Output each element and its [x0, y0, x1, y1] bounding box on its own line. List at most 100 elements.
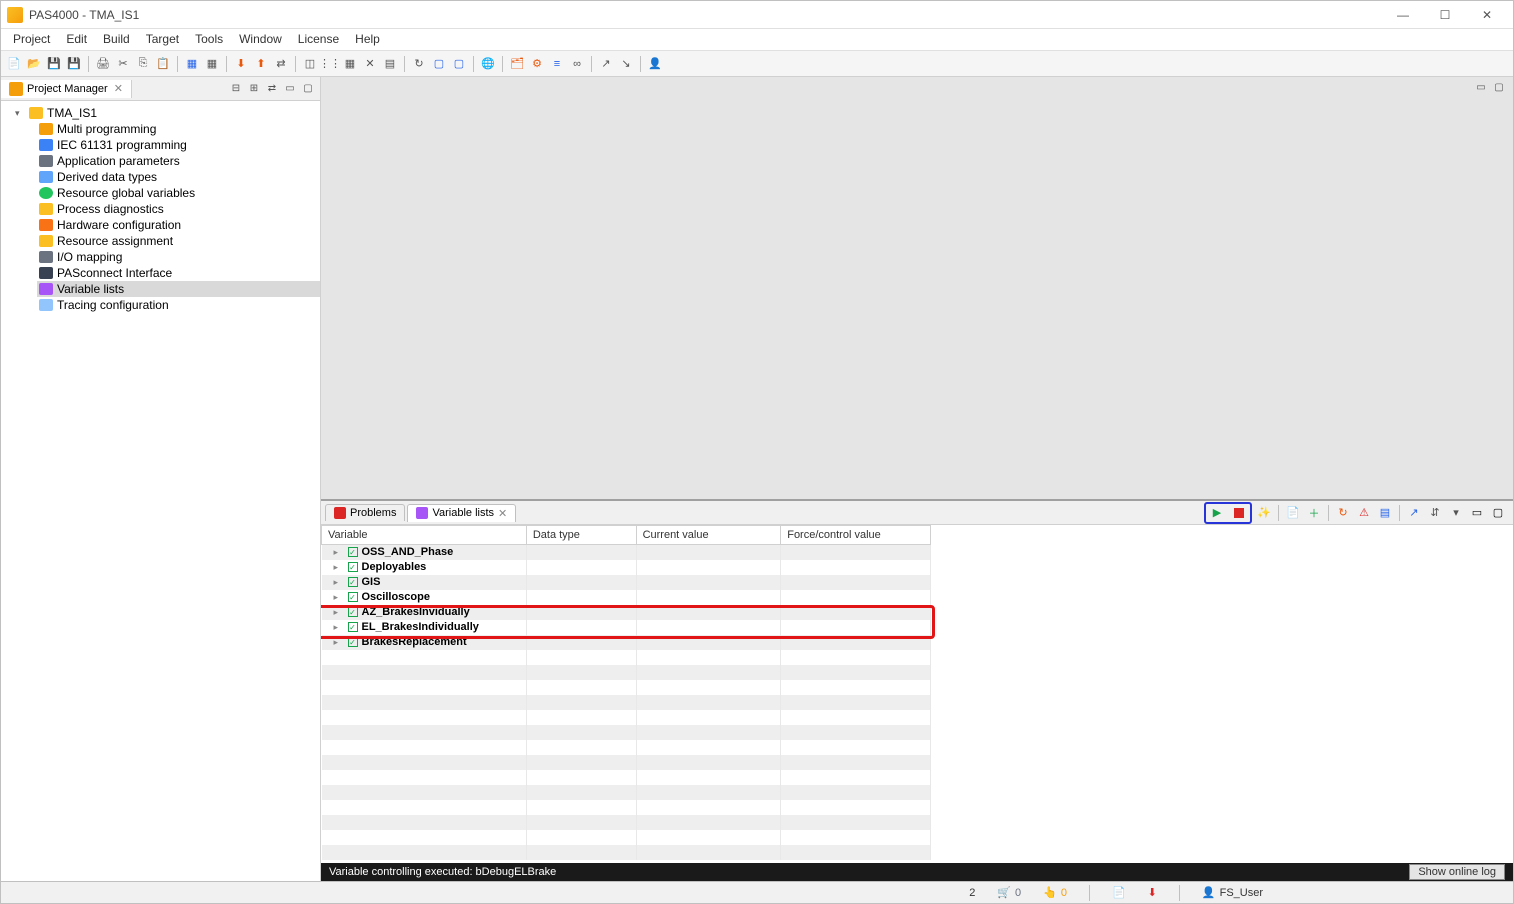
refresh-icon[interactable]: ↻ [410, 55, 428, 73]
run-button[interactable]: ▶ [1208, 504, 1226, 522]
tool-refresh-icon[interactable]: ↻ [1334, 504, 1352, 522]
chevron-right-icon[interactable]: ▸ [334, 622, 344, 633]
tree-item-process-diagnostics[interactable]: Process diagnostics [37, 201, 320, 217]
link-icon[interactable]: ∞ [568, 55, 586, 73]
tool-filter-icon[interactable]: ⇵ [1426, 504, 1444, 522]
tree-item-application-parameters[interactable]: Application parameters [37, 153, 320, 169]
menu-license[interactable]: License [290, 29, 347, 50]
download-icon[interactable]: ⬇ [232, 55, 250, 73]
tree-item-variable-lists[interactable]: Variable lists [37, 281, 320, 297]
tree-item-pasconnect-interface[interactable]: PASconnect Interface [37, 265, 320, 281]
tool-add-icon[interactable]: ＋ [1305, 504, 1323, 522]
link-editor-icon[interactable]: ⇄ [264, 81, 280, 97]
tool-dropdown-icon[interactable]: ▾ [1447, 504, 1465, 522]
table-row[interactable]: ▸✓BrakesReplacement [322, 635, 931, 650]
tree-item-iec-61131-programming[interactable]: IEC 61131 programming [37, 137, 320, 153]
tree-item-tracing-configuration[interactable]: Tracing configuration [37, 297, 320, 313]
tree-item-hardware-configuration[interactable]: Hardware configuration [37, 217, 320, 233]
chevron-right-icon[interactable]: ▸ [334, 562, 344, 573]
chevron-right-icon[interactable]: ▸ [334, 547, 344, 558]
rebuild-icon[interactable]: ▦ [203, 55, 221, 73]
table2-icon[interactable]: ▢ [450, 55, 468, 73]
tree-item-i-o-mapping[interactable]: I/O mapping [37, 249, 320, 265]
col-current[interactable]: Current value [636, 526, 781, 545]
connect-icon[interactable]: ✕ [361, 55, 379, 73]
new-icon[interactable]: 📄 [5, 55, 23, 73]
tab-variable-lists[interactable]: Variable lists ✕ [407, 504, 516, 522]
check-icon[interactable]: ✓ [348, 547, 358, 557]
tree-item-resource-global-variables[interactable]: Resource global variables [37, 185, 320, 201]
module-icon[interactable]: ▤ [381, 55, 399, 73]
collapse-all-icon[interactable]: ⊟ [228, 81, 244, 97]
tab-close-icon[interactable]: ✕ [498, 507, 507, 520]
chevron-right-icon[interactable]: ▸ [334, 577, 344, 588]
table-row[interactable]: ▸✓Deployables [322, 560, 931, 575]
tree-root[interactable]: ▾ TMA_IS1 [13, 105, 320, 121]
network-icon[interactable]: ◫ [301, 55, 319, 73]
minimize-button[interactable]: — [1383, 3, 1423, 27]
tree-item-derived-data-types[interactable]: Derived data types [37, 169, 320, 185]
table-row[interactable]: ▸✓GIS [322, 575, 931, 590]
paste-icon[interactable]: 📋 [154, 55, 172, 73]
folders-icon[interactable]: 🗂 [508, 55, 526, 73]
table-row[interactable]: ▸✓Oscilloscope [322, 590, 931, 605]
table-row[interactable]: ▸✓EL_BrakesIndividually [322, 620, 931, 635]
close-button[interactable]: ✕ [1467, 3, 1507, 27]
maximize-panel-icon[interactable]: ▢ [300, 81, 316, 97]
menu-build[interactable]: Build [95, 29, 138, 50]
tool-new-icon[interactable]: 📄 [1284, 504, 1302, 522]
arrow2-icon[interactable]: ↘ [617, 55, 635, 73]
editor-min-icon[interactable]: ▭ [1473, 79, 1489, 95]
tool-table-icon[interactable]: ▤ [1376, 504, 1394, 522]
check-icon[interactable]: ✓ [348, 592, 358, 602]
compare-icon[interactable]: ⇄ [272, 55, 290, 73]
col-variable[interactable]: Variable [322, 526, 527, 545]
menu-tools[interactable]: Tools [187, 29, 231, 50]
chevron-right-icon[interactable]: ▸ [334, 607, 344, 618]
menu-target[interactable]: Target [138, 29, 187, 50]
chevron-right-icon[interactable]: ▸ [334, 592, 344, 603]
twist-icon[interactable]: ▾ [15, 108, 25, 119]
cut-icon[interactable]: ✂ [114, 55, 132, 73]
line-icon[interactable]: ≡ [548, 55, 566, 73]
table-row[interactable]: ▸✓OSS_AND_Phase [322, 545, 931, 560]
menu-window[interactable]: Window [231, 29, 290, 50]
check-icon[interactable]: ✓ [348, 562, 358, 572]
check-icon[interactable]: ✓ [348, 577, 358, 587]
open-icon[interactable]: 📂 [25, 55, 43, 73]
col-datatype[interactable]: Data type [526, 526, 636, 545]
scan-icon[interactable]: ⋮⋮ [321, 55, 339, 73]
menu-edit[interactable]: Edit [58, 29, 95, 50]
grid-icon[interactable]: ▦ [341, 55, 359, 73]
minimize-panel-icon[interactable]: ▭ [282, 81, 298, 97]
editor-max-icon[interactable]: ▢ [1491, 79, 1507, 95]
print-icon[interactable]: 🖨 [94, 55, 112, 73]
project-manager-tab[interactable]: Project Manager ✕ [1, 80, 132, 98]
col-force[interactable]: Force/control value [781, 526, 931, 545]
build-icon[interactable]: ▦ [183, 55, 201, 73]
menu-project[interactable]: Project [5, 29, 58, 50]
table1-icon[interactable]: ▢ [430, 55, 448, 73]
stop-button[interactable] [1230, 504, 1248, 522]
panel-max-icon[interactable]: ▢ [1489, 504, 1507, 522]
save-all-icon[interactable]: 💾 [65, 55, 83, 73]
check-icon[interactable]: ✓ [348, 622, 358, 632]
show-online-log-button[interactable]: Show online log [1409, 864, 1505, 880]
check-icon[interactable]: ✓ [348, 637, 358, 647]
panel-min-icon[interactable]: ▭ [1468, 504, 1486, 522]
tab-problems[interactable]: Problems [325, 504, 405, 521]
globe-icon[interactable]: 🌐 [479, 55, 497, 73]
tree-item-multi-programming[interactable]: Multi programming [37, 121, 320, 137]
tool-warn-icon[interactable]: ⚠ [1355, 504, 1373, 522]
tool-wand-icon[interactable]: ✨ [1255, 504, 1273, 522]
tool-export-icon[interactable]: ↗ [1405, 504, 1423, 522]
copy-icon[interactable]: ⎘ [134, 55, 152, 73]
gear-icon[interactable]: ⚙ [528, 55, 546, 73]
upload-icon[interactable]: ⬆ [252, 55, 270, 73]
expand-all-icon[interactable]: ⊞ [246, 81, 262, 97]
tree-item-resource-assignment[interactable]: Resource assignment [37, 233, 320, 249]
tab-close-icon[interactable]: ✕ [114, 82, 123, 95]
person-icon[interactable]: 👤 [646, 55, 664, 73]
maximize-button[interactable]: ☐ [1425, 3, 1465, 27]
table-row[interactable]: ▸✓AZ_BrakesInvidually [322, 605, 931, 620]
